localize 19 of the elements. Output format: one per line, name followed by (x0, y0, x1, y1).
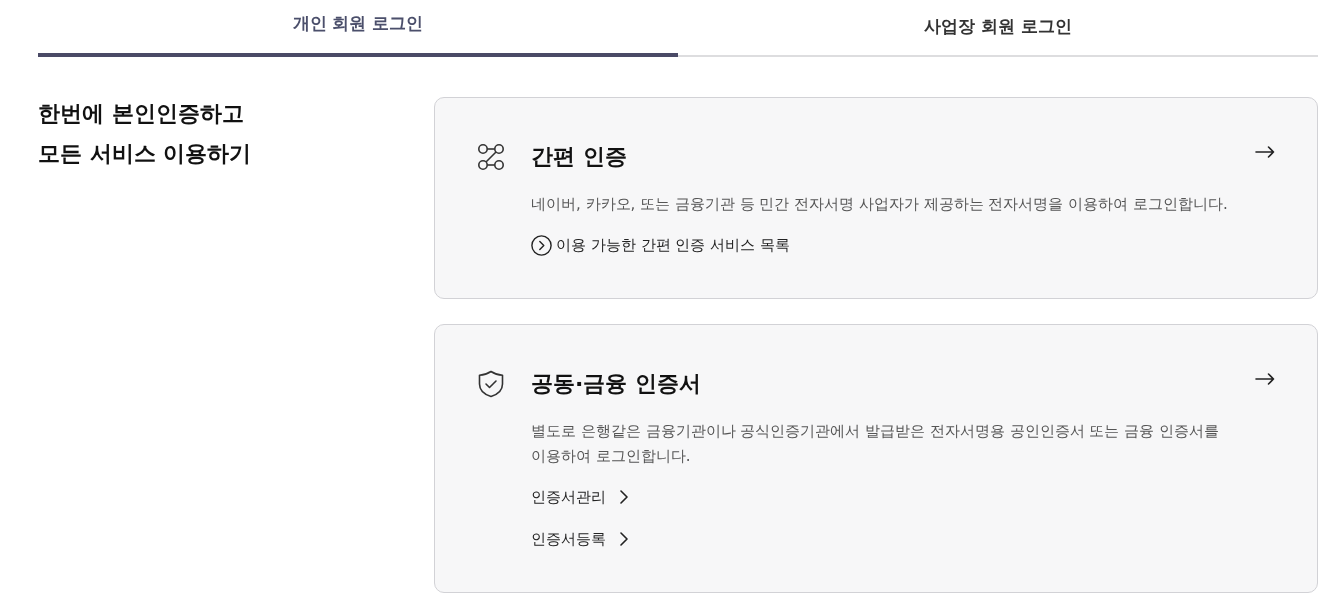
connected-nodes-icon (477, 143, 505, 171)
login-option-card[interactable]: 간편 인증 네이버, 카카오, 또는 금융기관 등 민간 전자서명 사업자가 제공하는 전자서명을 이용하여 로그인합니다. 이용 가능한 간편 인증 서비스 목록 (434, 97, 1318, 299)
certificate-link[interactable]: 인증서관리 (531, 485, 628, 509)
card-description: 네이버, 카카오, 또는 금융기관 등 민간 전자서명 사업자가 제공하는 전자서명을 이용하여 로그인합니다. (531, 194, 1229, 215)
arrow-right-icon[interactable] (1255, 146, 1275, 158)
shield-check-icon (477, 370, 505, 398)
login-option-card[interactable]: 공동·금융 인증서 별도로 은행같은 금융기관이나 공식인증기관에서 발급받은 전자서명용 공인인증서 또는 금융 인증서를 이용하여 로그인합니다. 인증서관리 인증서등록 (434, 324, 1318, 593)
certificate-link[interactable]: 인증서등록 (531, 527, 628, 551)
circle-chevron-icon (531, 234, 552, 256)
card-title: 간편 인증 (531, 143, 628, 171)
card-title: 공동·금융 인증서 (531, 370, 703, 398)
intro-heading: 한번에 본인인증하고 모든 서비스 이용하기 (38, 100, 253, 168)
service-list-link[interactable]: 이용 가능한 간편 인증 서비스 목록 (531, 233, 790, 257)
arrow-right-icon[interactable] (1255, 373, 1275, 385)
chevron-right-icon (620, 532, 628, 546)
login-tab[interactable]: 개인 회원 로그인 (38, 0, 678, 57)
login-tab[interactable]: 사업장 회원 로그인 (678, 2, 1318, 57)
chevron-right-icon (620, 490, 628, 504)
card-description: 별도로 은행같은 금융기관이나 공식인증기관에서 발급받은 전자서명용 공인인증서 또는 금융 인증서를 이용하여 로그인합니다. (531, 421, 1220, 467)
